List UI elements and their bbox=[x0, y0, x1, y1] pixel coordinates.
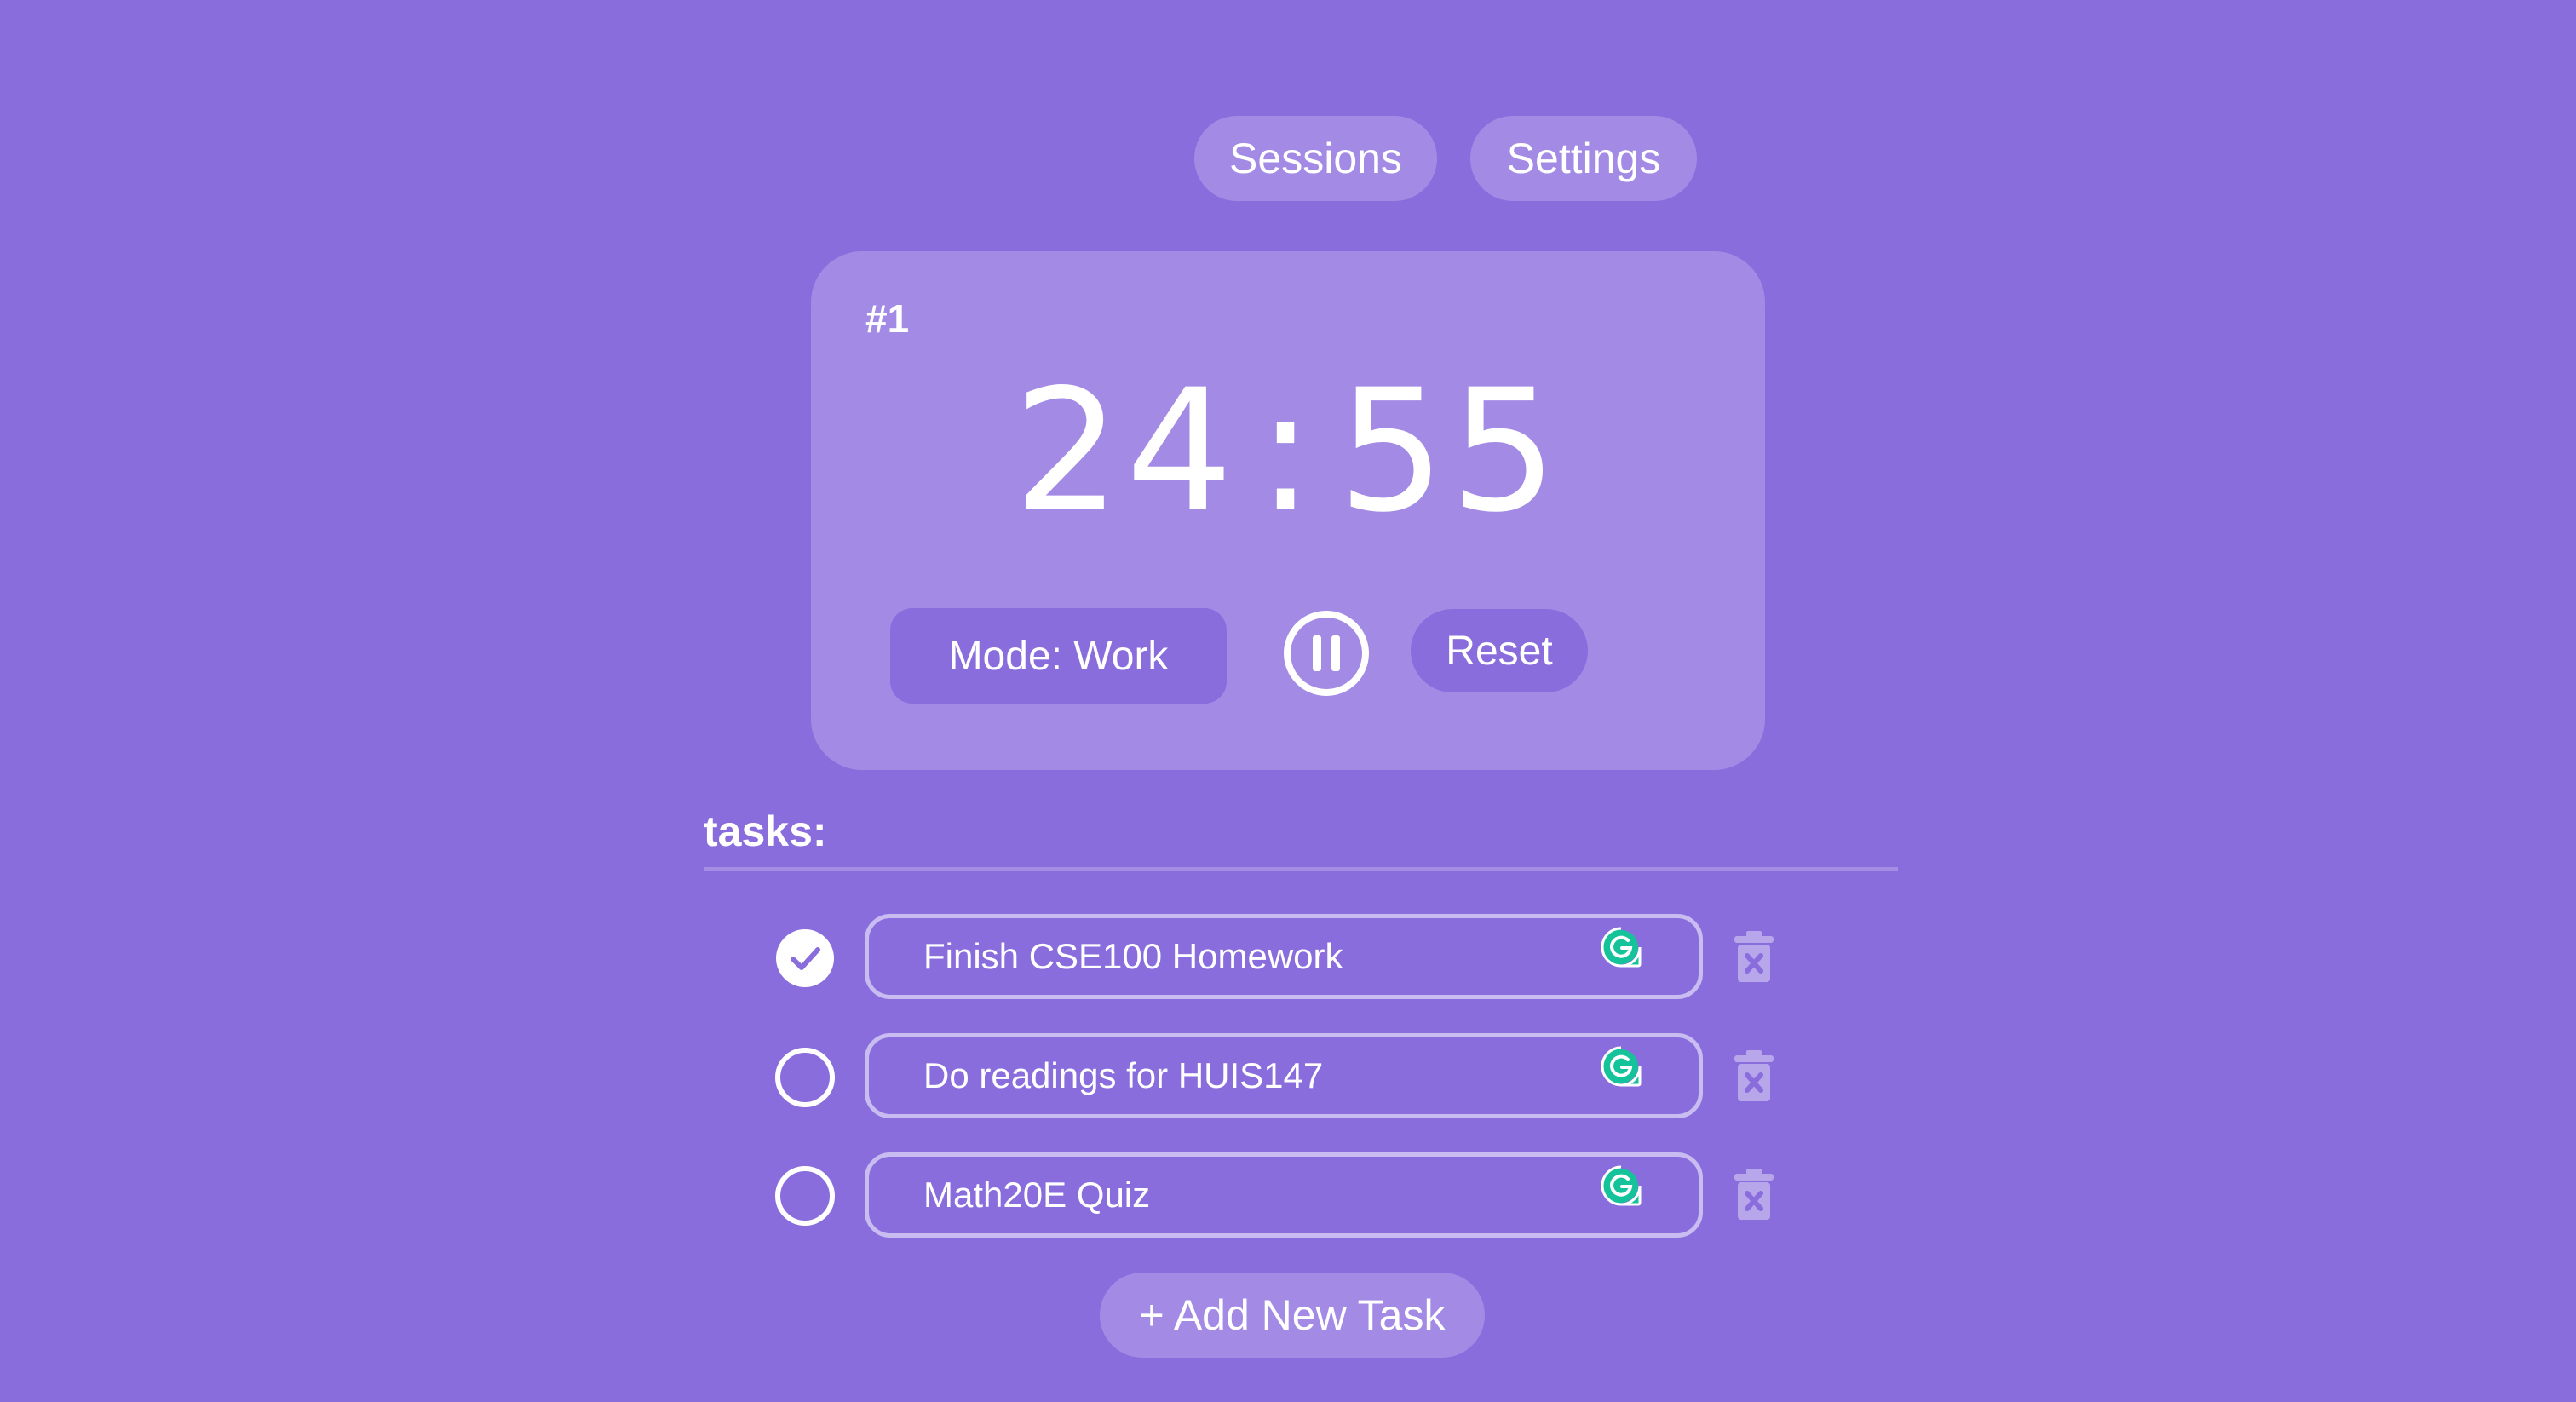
timer-minutes: 24 bbox=[1013, 353, 1239, 549]
task-input[interactable]: Do readings for HUIS147 bbox=[865, 1033, 1703, 1118]
task-text: Finish CSE100 Homework bbox=[923, 936, 1343, 976]
sessions-button[interactable]: Sessions bbox=[1194, 116, 1437, 201]
reset-button[interactable]: Reset bbox=[1411, 609, 1588, 692]
mode-button[interactable]: Mode: Work bbox=[890, 608, 1227, 704]
task-checkbox[interactable] bbox=[774, 1165, 836, 1227]
timer-seconds: 55 bbox=[1337, 353, 1563, 549]
trash-icon[interactable] bbox=[1733, 1169, 1775, 1221]
task-checkbox-checked[interactable] bbox=[774, 928, 836, 989]
settings-button[interactable]: Settings bbox=[1470, 116, 1697, 201]
add-task-button[interactable]: + Add New Task bbox=[1100, 1273, 1485, 1358]
tasks-divider bbox=[704, 867, 1898, 871]
timer-display: 24:55 bbox=[811, 353, 1765, 549]
task-input[interactable]: Finish CSE100 Homework bbox=[865, 914, 1703, 999]
timer-card: #1 24:55 Mode: Work Reset bbox=[811, 251, 1765, 770]
trash-icon[interactable] bbox=[1733, 931, 1775, 984]
task-checkbox[interactable] bbox=[774, 1047, 836, 1108]
task-text: Do readings for HUIS147 bbox=[923, 1055, 1324, 1095]
check-circle-icon bbox=[776, 929, 834, 987]
grammarly-icon[interactable] bbox=[1599, 925, 1643, 969]
tasks-heading: tasks: bbox=[704, 807, 827, 855]
task-input[interactable]: Math20E Quiz bbox=[865, 1152, 1703, 1238]
task-text: Math20E Quiz bbox=[923, 1175, 1151, 1215]
trash-icon[interactable] bbox=[1733, 1050, 1775, 1103]
grammarly-icon[interactable] bbox=[1599, 1044, 1643, 1089]
pause-circle-icon bbox=[1284, 611, 1369, 696]
grammarly-icon[interactable] bbox=[1599, 1164, 1643, 1208]
timer-separator: : bbox=[1256, 353, 1320, 549]
pause-button[interactable] bbox=[1282, 609, 1371, 698]
session-number: #1 bbox=[865, 296, 910, 341]
circle-icon bbox=[775, 1048, 835, 1107]
circle-icon bbox=[775, 1166, 835, 1226]
